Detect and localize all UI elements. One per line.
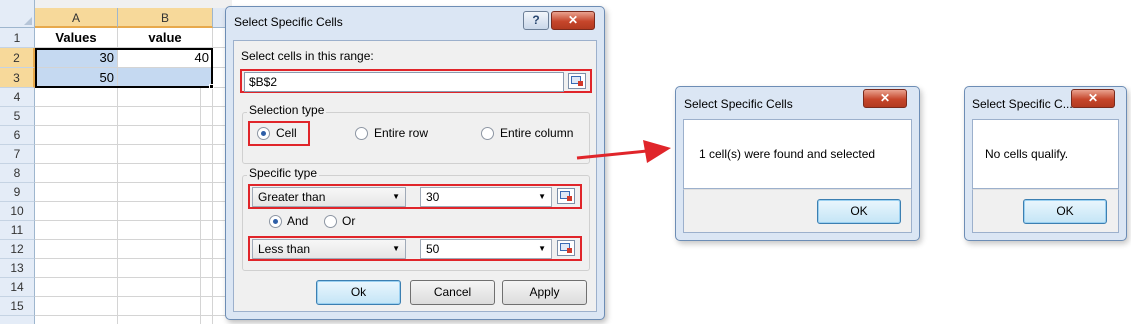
dropdown-arrow-icon: ▼ xyxy=(538,192,546,201)
radio-cell[interactable] xyxy=(257,127,270,140)
row-header-11[interactable]: 11 xyxy=(0,221,35,240)
row-header-13[interactable]: 13 xyxy=(0,259,35,278)
result-dialog-none-close-button[interactable]: ✕ xyxy=(1071,89,1115,108)
radio-or-label[interactable]: Or xyxy=(342,214,355,228)
radio-and[interactable] xyxy=(269,215,282,228)
row-header-15[interactable]: 15 xyxy=(0,297,35,316)
range-highlight: $B$2 xyxy=(240,69,592,93)
apply-button[interactable]: Apply xyxy=(502,280,587,305)
first-operator-select[interactable]: Greater than ▼ xyxy=(252,187,406,207)
spreadsheet: A B 1 2 3 4 5 6 7 8 9 10 11 12 13 14 15 … xyxy=(0,0,232,324)
row-header-2[interactable]: 2 xyxy=(0,48,35,68)
second-value-select[interactable]: 50 ▼ xyxy=(420,239,552,259)
result-dialog-none: Select Specific C... ✕ No cells qualify.… xyxy=(964,86,1127,241)
help-button[interactable]: ? xyxy=(523,11,549,30)
row-header-7[interactable]: 7 xyxy=(0,145,35,164)
cell-b1[interactable]: value xyxy=(118,28,213,48)
row-header-8[interactable]: 8 xyxy=(0,164,35,183)
result-dialog-found-message: 1 cell(s) were found and selected xyxy=(699,147,876,161)
arrow-icon xyxy=(576,140,671,163)
dialog-title: Select Specific Cells xyxy=(234,15,343,29)
result-dialog-none-body: No cells qualify. xyxy=(972,119,1119,189)
row-header-12[interactable]: 12 xyxy=(0,240,35,259)
radio-entire-row[interactable] xyxy=(355,127,368,140)
first-condition-highlight: Greater than ▼ 30 ▼ xyxy=(248,184,582,209)
range-picker-icon[interactable] xyxy=(568,73,586,89)
row-header-4[interactable]: 4 xyxy=(0,88,35,107)
select-all-corner[interactable] xyxy=(0,0,35,28)
ok-button[interactable]: Ok xyxy=(316,280,401,305)
result-dialog-found-title: Select Specific Cells xyxy=(684,97,793,111)
radio-and-label[interactable]: And xyxy=(287,214,308,228)
second-condition-highlight: Less than ▼ 50 ▼ xyxy=(248,236,582,261)
close-icon: ✕ xyxy=(879,91,891,105)
result-dialog-none-ok-button[interactable]: OK xyxy=(1023,199,1107,224)
cell-b2[interactable]: 40 xyxy=(118,48,213,68)
second-operator-select[interactable]: Less than ▼ xyxy=(252,239,406,259)
range-input[interactable]: $B$2 xyxy=(244,72,564,92)
result-dialog-found-footer: OK xyxy=(683,189,912,233)
close-icon: ✕ xyxy=(1087,91,1099,105)
row-header-5[interactable]: 5 xyxy=(0,107,35,126)
column-header-b[interactable]: B xyxy=(118,8,213,28)
cell-b3[interactable] xyxy=(118,68,213,88)
radio-entire-column[interactable] xyxy=(481,127,494,140)
radio-cell-label[interactable]: Cell xyxy=(276,126,297,140)
empty-grid xyxy=(35,88,232,324)
second-operator-value: Less than xyxy=(258,242,311,256)
close-button[interactable]: ✕ xyxy=(551,11,595,30)
cell-a1[interactable]: Values xyxy=(35,28,118,48)
result-dialog-none-message: No cells qualify. xyxy=(985,147,1069,161)
radio-entire-column-label[interactable]: Entire column xyxy=(500,126,573,140)
row-header-6[interactable]: 6 xyxy=(0,126,35,145)
column-header-a[interactable]: A xyxy=(35,8,118,28)
result-dialog-none-title: Select Specific C... xyxy=(972,97,1073,111)
result-dialog-found-body: 1 cell(s) were found and selected xyxy=(683,119,912,189)
select-specific-cells-dialog: Select Specific Cells ? ✕ Select cells i… xyxy=(225,6,605,320)
close-icon: ✕ xyxy=(567,13,579,27)
grid-line xyxy=(212,88,213,324)
first-value: 30 xyxy=(426,190,440,204)
row-header-3[interactable]: 3 xyxy=(0,68,35,88)
result-dialog-found-close-button[interactable]: ✕ xyxy=(863,89,907,108)
second-value-picker-icon[interactable] xyxy=(557,240,575,256)
help-icon: ? xyxy=(532,13,540,27)
first-value-select[interactable]: 30 ▼ xyxy=(420,187,552,207)
radio-or[interactable] xyxy=(324,215,337,228)
row-header-9[interactable]: 9 xyxy=(0,183,35,202)
row-header-14[interactable]: 14 xyxy=(0,278,35,297)
result-dialog-found-ok-button[interactable]: OK xyxy=(817,199,901,224)
dropdown-arrow-icon: ▼ xyxy=(392,192,400,201)
dialog-body: Select cells in this range: $B$2 Selecti… xyxy=(233,40,597,312)
result-dialog-found: Select Specific Cells ✕ 1 cell(s) were f… xyxy=(675,86,920,241)
cell-a2[interactable]: 30 xyxy=(35,48,118,68)
dropdown-arrow-icon: ▼ xyxy=(538,244,546,253)
row-header-16[interactable] xyxy=(0,316,35,324)
range-label: Select cells in this range: xyxy=(241,49,374,63)
second-value: 50 xyxy=(426,242,440,256)
fill-handle[interactable] xyxy=(209,84,214,89)
dropdown-arrow-icon: ▼ xyxy=(392,244,400,253)
row-header-1[interactable]: 1 xyxy=(0,28,35,48)
selection-type-legend: Selection type xyxy=(247,103,327,117)
radio-entire-row-label[interactable]: Entire row xyxy=(374,126,428,140)
row-header-10[interactable]: 10 xyxy=(0,202,35,221)
result-dialog-none-footer: OK xyxy=(972,189,1119,233)
first-value-picker-icon[interactable] xyxy=(557,188,575,204)
cancel-button[interactable]: Cancel xyxy=(410,280,495,305)
specific-type-legend: Specific type xyxy=(247,166,320,180)
first-operator-value: Greater than xyxy=(258,190,326,204)
cell-a3[interactable]: 50 xyxy=(35,68,118,88)
